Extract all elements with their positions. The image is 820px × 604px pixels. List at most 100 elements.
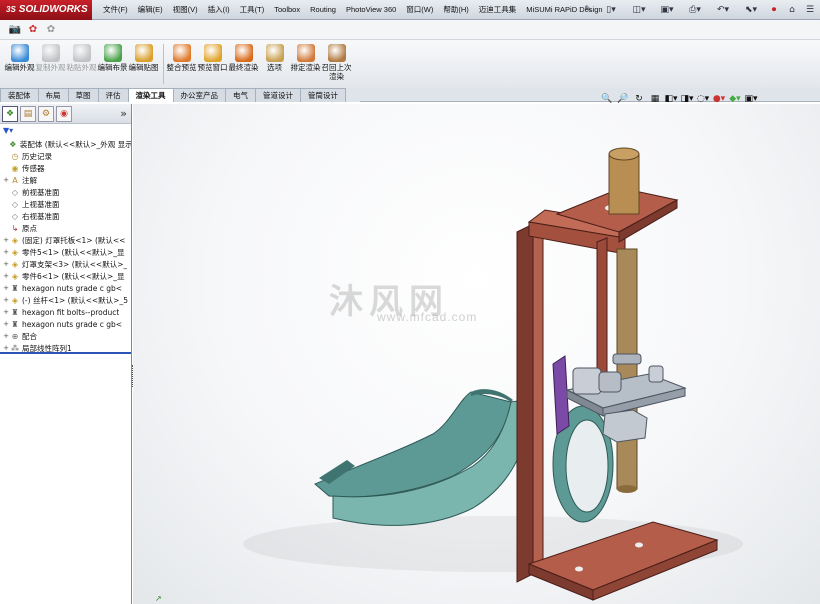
configuration-manager-icon[interactable]: ⚙ — [38, 105, 54, 122]
tab-5[interactable]: 办公室产品 — [172, 88, 226, 102]
tree-item[interactable]: + ⊕ 配合 — [0, 330, 131, 342]
edit-scene-icon — [103, 44, 122, 62]
model-viewport[interactable] — [133, 104, 820, 604]
recall-last-render-button[interactable]: 召回上次渲染 — [321, 44, 352, 81]
solidworks-logo[interactable]: 3S SOLIDWORKS — [0, 0, 92, 20]
final-render-button[interactable]: 最终渲染 — [228, 44, 259, 72]
expand-icon[interactable]: + — [2, 248, 10, 256]
edit-appearance-button[interactable]: 编辑外观 — [4, 44, 35, 72]
tree-item[interactable]: ↳ 原点 — [0, 222, 131, 234]
preview-window-icon — [203, 44, 222, 62]
expand-icon[interactable]: + — [2, 344, 10, 352]
command-button-label: 编辑布景 — [97, 63, 128, 72]
menu-file[interactable]: 文件(F) — [98, 4, 133, 15]
render-options-icon — [265, 44, 284, 62]
preview-window-button[interactable]: 预览窗口 — [197, 44, 228, 72]
select-icon[interactable]: ⬉▾ — [738, 2, 764, 18]
options-icon[interactable]: ⌂ — [784, 2, 800, 18]
expand-icon[interactable]: + — [2, 332, 10, 340]
camera-icon[interactable]: 📷 — [8, 23, 22, 37]
tree-item[interactable]: + ♜ hexagon fit bolts--product — [0, 306, 131, 318]
rod-top-cap — [608, 147, 640, 161]
expand-icon[interactable]: + — [2, 320, 10, 328]
tree-item-label: 原点 — [22, 223, 37, 233]
tab-6[interactable]: 电气 — [225, 88, 256, 102]
schedule-render-button[interactable]: 排定渲染 — [290, 44, 321, 72]
graphics-area[interactable]: 沐风网 www.mfcad.com ↗ — [133, 104, 820, 604]
tab-4[interactable]: 渲染工具 — [127, 88, 174, 102]
tab-8[interactable]: 管筒设计 — [300, 88, 346, 102]
rebuild-icon[interactable]: ⏺ — [766, 2, 782, 18]
tree-item[interactable]: ◉ 传感器 — [0, 162, 131, 174]
render-settings-icon[interactable]: ✿ — [26, 23, 40, 37]
command-button-label: 召回上次渲染 — [321, 63, 352, 81]
menu-help[interactable]: 帮助(H) — [438, 4, 473, 15]
part-icon: ◈ — [11, 247, 19, 257]
menu-toolbox[interactable]: Toolbox — [269, 5, 305, 14]
rollback-bar[interactable] — [0, 352, 131, 354]
panel-tabs: ❖ ▤ ⚙ ◉ » — [0, 104, 131, 124]
open-icon[interactable]: ◫▾ — [626, 2, 652, 18]
tree-item[interactable]: ◇ 前视基准面 — [0, 186, 131, 198]
tab-7[interactable]: 管道设计 — [255, 88, 301, 102]
menu-maidi[interactable]: 迈迪工具集 — [474, 4, 522, 15]
render-icon[interactable]: ✿ — [44, 23, 58, 37]
expand-icon[interactable]: + — [2, 296, 10, 304]
feature-manager-icon[interactable]: ❖ — [2, 105, 18, 122]
help-icon[interactable]: ☰ — [802, 2, 818, 18]
lamp-shade[interactable] — [314, 389, 530, 526]
expand-icon[interactable]: + — [2, 176, 10, 184]
expand-icon[interactable]: + — [2, 284, 10, 292]
pin-icon[interactable]: ✎ — [580, 2, 596, 18]
display-manager-icon[interactable]: ◉ — [56, 105, 72, 122]
expand-icon[interactable]: + — [2, 260, 10, 268]
menu-view[interactable]: 视图(V) — [168, 4, 203, 15]
save-icon[interactable]: ▣▾ — [654, 2, 680, 18]
copy-appearance-button[interactable]: 复制外观 — [35, 44, 66, 72]
expand-icon[interactable]: + — [2, 308, 10, 316]
paste-appearance-button[interactable]: 粘贴外观 — [66, 44, 97, 72]
edit-scene-button[interactable]: 编辑布景 — [97, 44, 128, 72]
bracket-back-upright — [516, 223, 534, 583]
final-render-icon — [234, 44, 253, 62]
menu-tools[interactable]: 工具(T) — [235, 4, 270, 15]
menu-edit[interactable]: 编辑(E) — [133, 4, 168, 15]
menu-routing[interactable]: Routing — [305, 5, 341, 14]
expand-icon[interactable]: + — [2, 236, 10, 244]
edit-decal-button[interactable]: 编辑贴图 — [128, 44, 159, 72]
tab-2[interactable]: 草图 — [67, 88, 99, 102]
tree-item[interactable]: + ◈ (-) 丝杆<1> (默认<<默认>_5 — [0, 294, 131, 306]
panel-expand-icon[interactable]: » — [120, 107, 127, 120]
render-options-button[interactable]: 选项 — [259, 44, 290, 72]
tree-item[interactable]: + ◈ (固定) 灯罩托板<1> (默认<< — [0, 234, 131, 246]
tree-item[interactable]: + ◈ 零件5<1> (默认<<默认>_显 — [0, 246, 131, 258]
new-doc-icon[interactable]: ▯▾ — [598, 2, 624, 18]
command-manager-tabs: 装配体 布局 草图 评估 渲染工具 办公室产品 电气 管道设计 管筒设计 — [0, 88, 360, 102]
integrated-preview-button[interactable]: 整合预览 — [166, 44, 197, 72]
tab-1[interactable]: 布局 — [37, 88, 69, 102]
print-icon[interactable]: ⎙▾ — [682, 2, 708, 18]
tree-item[interactable]: ❖ 装配体 (默认<<默认>_外观 显示 — [0, 138, 131, 150]
tree-item[interactable]: + ♜ hexagon nuts grade c gb< — [0, 282, 131, 294]
menu-window[interactable]: 窗口(W) — [401, 4, 438, 15]
mates-icon: ⊕ — [11, 331, 19, 341]
tab-0[interactable]: 装配体 — [0, 88, 39, 102]
filter-icon[interactable]: ▼▾ — [0, 124, 131, 136]
property-manager-icon[interactable]: ▤ — [20, 105, 36, 122]
tree-item-label: 右视基准面 — [22, 211, 60, 221]
tree-item[interactable]: + ♜ hexagon nuts grade c gb< — [0, 318, 131, 330]
tree-item[interactable]: + ◈ 灯罩支架<3> (默认<<默认>_ — [0, 258, 131, 270]
menu-photoview[interactable]: PhotoView 360 — [341, 5, 401, 14]
tree-item[interactable]: ◇ 右视基准面 — [0, 210, 131, 222]
tab-3[interactable]: 评估 — [97, 88, 129, 102]
ring-inner — [565, 419, 609, 513]
undo-icon[interactable]: ↶▾ — [710, 2, 736, 18]
tree-item[interactable]: + ◈ 零件6<1> (默认<<默认>_显 — [0, 270, 131, 282]
expand-icon[interactable]: + — [2, 272, 10, 280]
tree-item[interactable]: ◷ 历史记录 — [0, 150, 131, 162]
tree-item-label: 历史记录 — [22, 151, 52, 161]
tree-item[interactable]: + A 注解 — [0, 174, 131, 186]
menu-insert[interactable]: 插入(I) — [203, 4, 235, 15]
command-button-label: 粘贴外观 — [66, 63, 97, 72]
tree-item[interactable]: ◇ 上视基准面 — [0, 198, 131, 210]
